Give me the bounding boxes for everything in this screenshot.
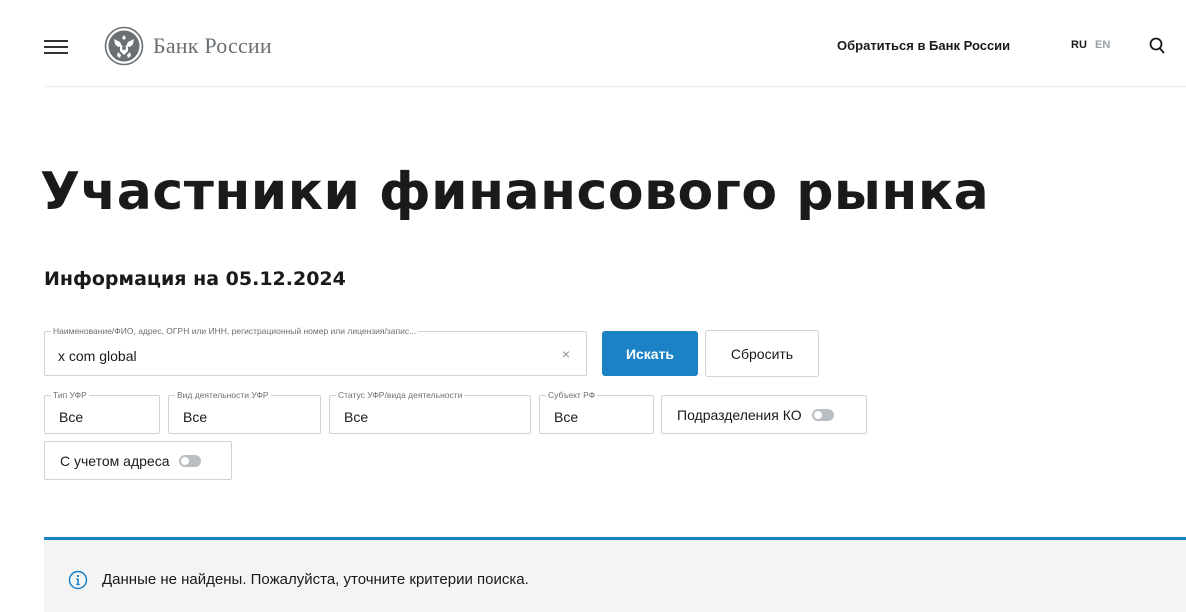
header-divider	[44, 86, 1186, 87]
filter-label: Субъект РФ	[546, 389, 598, 401]
filter-value: Все	[59, 409, 84, 425]
search-field: Наименование/ФИО, адрес, ОГРН или ИНН, р…	[44, 325, 587, 376]
toggle-address-label: С учетом адреса	[60, 452, 170, 469]
filter-ufr-activity[interactable]: Вид деятельности УФР Все	[168, 389, 321, 434]
search-field-label: Наименование/ФИО, адрес, ОГРН или ИНН, р…	[51, 325, 419, 337]
filter-ufr-type[interactable]: Тип УФР Все	[44, 389, 160, 434]
toggle-switch[interactable]	[179, 454, 202, 467]
filter-ufr-status[interactable]: Статус УФР/вида деятельности Все	[329, 389, 531, 434]
search-input[interactable]	[58, 348, 538, 364]
info-icon	[68, 570, 88, 590]
filter-label: Тип УФР	[51, 389, 89, 401]
logo-link[interactable]: Банк России	[104, 26, 272, 66]
toggle-switch[interactable]	[811, 408, 834, 421]
page-title: Участники финансового рынка	[40, 162, 990, 222]
reset-button[interactable]: Сбросить	[705, 330, 819, 377]
filter-label: Вид деятельности УФР	[175, 389, 271, 401]
toggle-with-address[interactable]: С учетом адреса	[44, 441, 232, 480]
toggle-ko-divisions[interactable]: Подразделения КО	[661, 395, 867, 434]
filter-region[interactable]: Субъект РФ Все	[539, 389, 654, 434]
contact-bank-link[interactable]: Обратиться в Банк России	[837, 38, 1010, 53]
info-date: Информация на 05.12.2024	[44, 268, 346, 290]
logo-text: Банк России	[153, 33, 272, 58]
lang-ru[interactable]: RU	[1071, 39, 1087, 51]
notice-text: Данные не найдены. Пожалуйста, уточните …	[102, 571, 529, 588]
filter-value: Все	[554, 409, 579, 425]
filter-label: Статус УФР/вида деятельности	[336, 389, 465, 401]
filter-value: Все	[183, 409, 208, 425]
clear-icon[interactable]: ×	[562, 347, 570, 361]
search-button[interactable]: Искать	[602, 331, 698, 376]
filter-value: Все	[344, 409, 369, 425]
search-icon[interactable]	[1148, 36, 1166, 56]
toggle-ko-label: Подразделения КО	[677, 406, 802, 423]
lang-en[interactable]: EN	[1095, 39, 1110, 51]
bank-emblem-icon	[104, 26, 144, 66]
no-results-notice: Данные не найдены. Пожалуйста, уточните …	[44, 537, 1186, 612]
hamburger-menu-icon[interactable]	[44, 38, 68, 56]
